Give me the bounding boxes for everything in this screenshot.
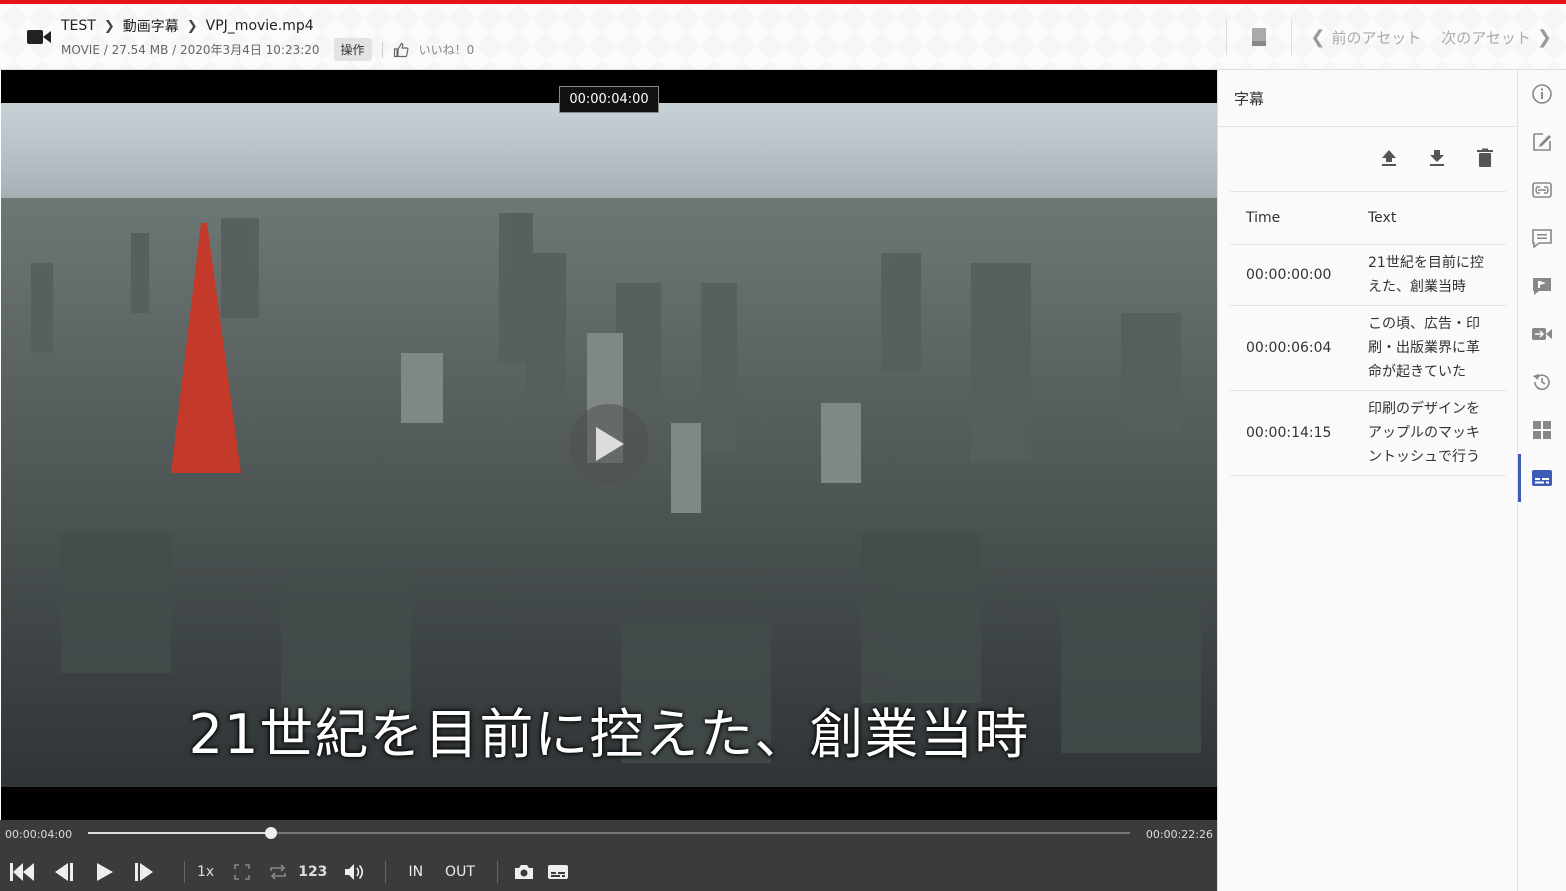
breadcrumb-item-file: VPJ_movie.mp4	[205, 18, 314, 34]
in-point-button[interactable]: IN	[408, 864, 423, 880]
trash-icon[interactable]	[1475, 148, 1495, 168]
panel-title: 字幕	[1234, 90, 1265, 108]
info-icon[interactable]	[1531, 83, 1553, 105]
skip-to-start-button[interactable]	[8, 858, 36, 886]
active-indicator	[1518, 454, 1521, 502]
row-text: 21世紀を目前に控えた、創業当時	[1368, 255, 1484, 295]
step-forward-button[interactable]	[131, 858, 159, 886]
row-time: 00:00:06:04	[1246, 340, 1332, 356]
operation-button[interactable]: 操作	[333, 38, 372, 61]
fullscreen-icon	[234, 864, 251, 880]
subtitle-caption: 21世紀を目前に控えた、創業当時	[188, 703, 1030, 766]
edit-icon[interactable]	[1531, 131, 1553, 153]
divider	[1218, 126, 1518, 127]
seek-bar-progress	[88, 832, 272, 834]
right-tool-rail	[1517, 70, 1566, 891]
annotation-icon[interactable]	[1531, 275, 1553, 297]
step-back-button[interactable]	[49, 858, 77, 886]
chevron-left-icon[interactable]: ❮	[1310, 27, 1325, 48]
divider	[381, 41, 383, 58]
prev-asset-link[interactable]: 前のアセット	[1332, 27, 1422, 48]
playback-speed-button[interactable]: 1x	[197, 864, 214, 880]
subtitles-table: Time Text 00:00:00:00 21世紀を目前に控えた、創業当時 0…	[1230, 191, 1506, 476]
asset-header: TEST ❯ 動画字幕 ❯ VPJ_movie.mp4 MOVIE / 27.5…	[0, 4, 1566, 70]
table-row[interactable]: 00:00:14:15 印刷のデザインをアップルのマッキントッシュで行う	[1230, 391, 1506, 476]
step-back-icon	[55, 863, 73, 881]
player-controls: 00:00:04:00 00:00:22:26 1x 123 IN OUT	[0, 820, 1217, 891]
divider	[385, 861, 387, 883]
play-icon	[596, 427, 624, 461]
table-row[interactable]: 00:00:00:00 21世紀を目前に控えた、創業当時	[1230, 245, 1506, 306]
skip-start-icon	[10, 863, 34, 881]
next-asset-link[interactable]: 次のアセット	[1441, 27, 1531, 48]
time-tooltip: 00:00:04:00	[559, 86, 659, 113]
comment-icon[interactable]	[1531, 227, 1553, 249]
loop-button[interactable]	[264, 858, 292, 886]
subtitles-icon[interactable]	[1531, 467, 1553, 489]
grid-icon[interactable]	[1531, 419, 1553, 441]
divider	[496, 861, 498, 883]
fullscreen-button[interactable]	[228, 858, 256, 886]
asset-meta: MOVIE / 27.54 MB / 2020年3月4日 10:23:20 操作…	[61, 38, 474, 61]
breadcrumb-item-test[interactable]: TEST	[61, 18, 96, 34]
like-count[interactable]: いいね！0	[419, 41, 475, 58]
subtitles-icon	[547, 865, 568, 879]
asset-navigation: ❮ 前のアセット 次のアセット ❯	[1310, 27, 1552, 48]
chevron-right-icon: ❯	[103, 18, 115, 34]
video-marker-icon[interactable]	[1531, 323, 1553, 345]
history-icon[interactable]	[1531, 371, 1553, 393]
table-header: Time Text	[1230, 192, 1506, 245]
seek-handle[interactable]	[265, 827, 278, 839]
camera-icon	[514, 865, 533, 879]
step-forward-icon	[135, 863, 153, 881]
document-icon[interactable]	[1250, 27, 1268, 47]
play-overlay-button[interactable]	[569, 404, 649, 484]
table-row[interactable]: 00:00:06:04 この頃、広告・印刷・出版業界に革命が起きていた	[1230, 306, 1506, 391]
divider	[184, 861, 185, 883]
column-header-time: Time	[1246, 210, 1281, 226]
volume-button[interactable]	[341, 858, 369, 886]
download-icon[interactable]	[1427, 148, 1447, 168]
column-header-text: Text	[1368, 210, 1397, 226]
frame-counter-button[interactable]: 123	[298, 864, 327, 880]
row-text: 印刷のデザインをアップルのマッキントッシュで行う	[1368, 401, 1480, 465]
seek-bar[interactable]	[88, 827, 1130, 839]
play-icon	[97, 863, 113, 881]
play-button[interactable]	[90, 858, 118, 886]
header-right: ❮ 前のアセット 次のアセット ❯	[1226, 4, 1566, 70]
link-icon[interactable]	[1531, 179, 1553, 201]
chevron-right-icon: ❯	[186, 18, 198, 34]
out-point-button[interactable]: OUT	[445, 864, 475, 880]
duration: 00:00:22:26	[1145, 828, 1213, 841]
video-player[interactable]: 00:00:04:00 21世紀を目前に控えた、創業当時	[1, 70, 1217, 820]
snapshot-button[interactable]	[510, 858, 538, 886]
volume-icon	[345, 864, 364, 880]
breadcrumb: TEST ❯ 動画字幕 ❯ VPJ_movie.mp4	[61, 16, 314, 36]
control-buttons: 1x 123 IN OUT	[8, 858, 585, 886]
video-camera-icon	[27, 30, 51, 44]
row-text: この頃、広告・印刷・出版業界に革命が起きていた	[1368, 316, 1480, 380]
chevron-right-icon[interactable]: ❯	[1537, 27, 1552, 48]
current-time: 00:00:04:00	[5, 828, 73, 841]
panel-actions	[1379, 148, 1495, 168]
repeat-icon	[270, 864, 287, 880]
row-time: 00:00:14:15	[1246, 425, 1332, 441]
divider	[1291, 19, 1293, 55]
row-time: 00:00:00:00	[1246, 267, 1332, 283]
thumbs-up-icon[interactable]	[393, 42, 409, 58]
asset-meta-text: MOVIE / 27.54 MB / 2020年3月4日 10:23:20	[61, 43, 320, 57]
upload-icon[interactable]	[1379, 148, 1399, 168]
breadcrumb-item-folder[interactable]: 動画字幕	[123, 16, 179, 36]
divider	[1226, 19, 1228, 55]
subtitles-toggle-button[interactable]	[544, 858, 572, 886]
subtitles-panel: 字幕 Time Text 00:00:00:00 21世紀を目前に控えた、創業当…	[1217, 70, 1518, 891]
